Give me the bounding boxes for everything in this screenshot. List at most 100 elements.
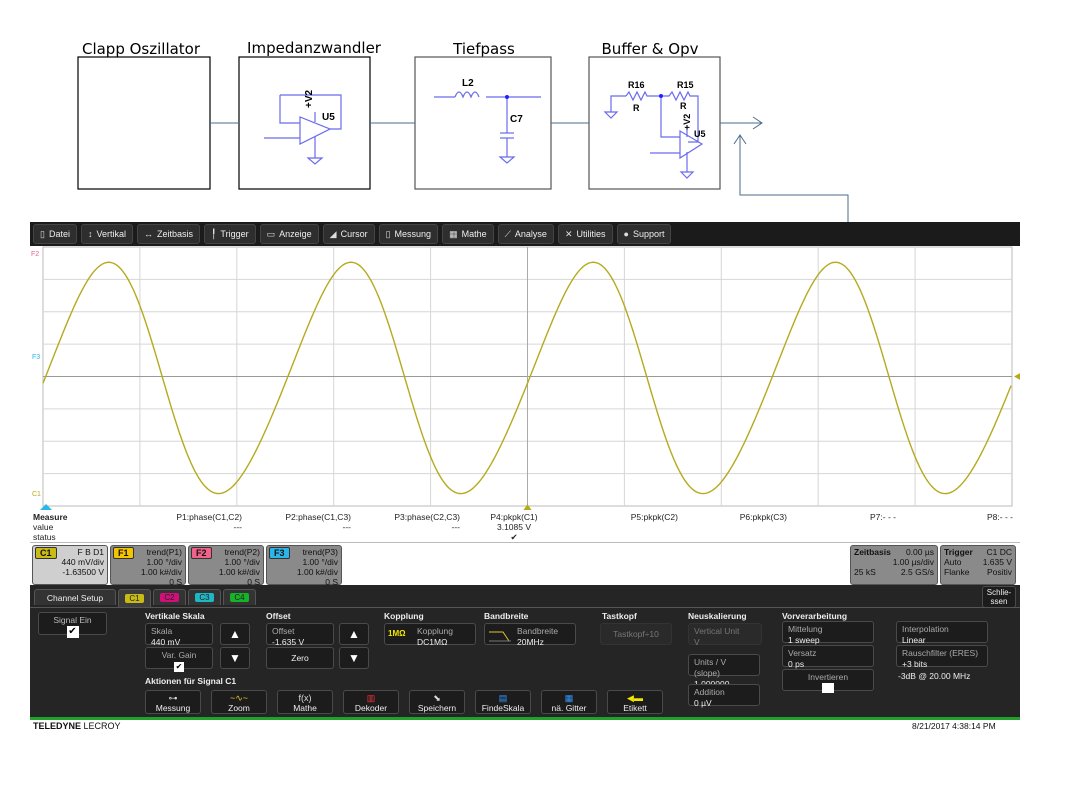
action-label: Zoom (228, 703, 250, 713)
descriptor-f2[interactable]: F2 trend(P2) 1.00 °/div 1.00 k#/div 0 S (188, 545, 264, 587)
tab-c1[interactable]: C1 (118, 589, 151, 607)
action-label: Speichern (417, 703, 457, 713)
invert-toggle[interactable]: Invertieren (782, 669, 874, 693)
vertical-unit-label: Vertical Unit (694, 626, 740, 636)
label-r: R (633, 103, 640, 113)
interpolation-field[interactable]: Interpolation Linear (896, 621, 988, 645)
bandwidth-label: Bandbreite (517, 626, 559, 636)
timebase-delay: 0.00 µs (905, 547, 934, 557)
waveform-grid[interactable]: F2 F3 C1 (30, 246, 1021, 510)
action-mathe[interactable]: f(x) Mathe (277, 690, 333, 714)
coupling-label: Kopplung (417, 626, 453, 636)
menu-messung[interactable]: ▯ Messung (378, 224, 439, 244)
action-label: Dekoder (354, 703, 388, 713)
bandwidth-value: 20MHz (517, 637, 544, 647)
f3-marker: F3 (32, 354, 40, 361)
scale-field[interactable]: Skala 440 mV (145, 623, 213, 647)
skew-label: Versatz (788, 648, 817, 658)
measure-param[interactable]: P5:pkpk(C2) (568, 512, 678, 522)
measure-name: P3:phase(C2,C3) (394, 512, 460, 522)
timebase-samples: 25 kS (854, 567, 876, 577)
block-clapp (77, 56, 211, 190)
grid-svg: F2 F3 C1 (31, 246, 1021, 510)
interpolation-label: Interpolation (902, 624, 949, 634)
tab-c3[interactable]: C3 (188, 589, 221, 605)
measure-param[interactable]: P8:- - - (903, 512, 1013, 522)
menu-analyse[interactable]: ⟋ Analyse (497, 224, 554, 244)
action-ngitter[interactable]: ▦ nä. Gitter (541, 690, 597, 714)
scale-up-button[interactable]: ▲ (220, 623, 250, 645)
averaging-label: Mittelung (788, 624, 823, 634)
action-messung[interactable]: ⊶ Messung (145, 690, 201, 714)
offset-field[interactable]: Offset -1.635 V (266, 623, 334, 647)
measure-param[interactable]: P1:phase(C1,C2) --- (132, 512, 242, 532)
action-dekoder[interactable]: ▥ Dekoder (343, 690, 399, 714)
menu-cursor[interactable]: ◢ Cursor (322, 224, 375, 244)
measure-param[interactable]: P6:pkpk(C3) (677, 512, 787, 522)
checkbox-icon: ✔ (174, 662, 184, 672)
descriptor-l2: -1.63500 V (62, 567, 104, 577)
menu-anzeige[interactable]: ▭ Anzeige (259, 224, 319, 244)
channel-tag: F3 (269, 547, 290, 559)
action-zoom[interactable]: ~∿~ Zoom (211, 690, 267, 714)
var-gain-toggle[interactable]: Var. Gain ✔ (145, 647, 213, 672)
menu-support[interactable]: ● Support (616, 224, 672, 244)
menu-zeitbasis[interactable]: ↔ Zeitbasis (136, 224, 200, 244)
label-tag-icon: ◀▬ (627, 693, 643, 703)
bandwidth-field[interactable]: Bandbreite 20MHz (484, 623, 576, 647)
eres-field[interactable]: Rauschfilter (ERES) +3 bits (896, 645, 988, 669)
close-button[interactable]: Schlie- ssen (982, 586, 1016, 608)
slope-field[interactable]: Units / V (slope)1.000000 (688, 654, 760, 689)
measure-name: P2:phase(C1,C3) (285, 512, 351, 522)
action-etikett[interactable]: ◀▬ Etikett (607, 690, 663, 714)
offset-header: Offset (266, 611, 291, 621)
action-findeskala[interactable]: ▤ FindeSkala (475, 690, 531, 714)
trigger-descriptor[interactable]: Trigger C1 DC Auto 1.635 V Flanke Positiv (940, 545, 1016, 585)
offset-marker-icon[interactable] (1014, 372, 1021, 381)
scale-down-button[interactable]: ▼ (220, 647, 250, 669)
timebase-descriptor[interactable]: Zeitbasis 0.00 µs 1.00 µs/div 25 kS 2.5 GS/s (850, 545, 938, 585)
save-icon: ⬊ (433, 693, 441, 703)
bandwidth-header: Bandbreite (484, 611, 529, 621)
menu-bar: ▯ Datei ↕ Vertikal ↔ Zeitbasis ╿ Trigger ▭ Anzeig… (30, 222, 1020, 246)
zero-button[interactable]: Zero (266, 647, 334, 669)
menu-mathe[interactable]: ▦ Mathe (442, 224, 494, 244)
offset-down-button[interactable]: ▼ (339, 647, 369, 669)
label-u5b: U5 (694, 129, 706, 139)
addition-field[interactable]: Addition 0 µV (688, 684, 760, 708)
descriptor-f1[interactable]: F1 trend(P1) 1.00 °/div 1.00 k#/div 0 S (110, 545, 186, 587)
menu-label: Datei (48, 229, 70, 239)
menu-trigger[interactable]: ╿ Trigger (204, 224, 256, 244)
measure-name: P5:pkpk(C2) (630, 512, 678, 522)
measure-name: P7:- - - (870, 512, 896, 522)
vertical-icon: ↕ (87, 229, 93, 239)
signal-on-toggle[interactable]: Signal Ein ✔ (38, 612, 107, 638)
averaging-field[interactable]: Mittelung 1 sweep (782, 621, 874, 645)
menu-vertikal[interactable]: ↕ Vertikal (80, 224, 133, 244)
tab-label: C4 (230, 593, 249, 602)
measure-value: --- (451, 522, 461, 532)
menu-utilities[interactable]: ✕ Utilities (557, 224, 613, 244)
skew-field[interactable]: Versatz 0 ps (782, 645, 874, 669)
descriptor-f3[interactable]: F3 trend(P3) 1.00 °/div 1.00 k#/div 0 S (266, 545, 342, 587)
coupling-field[interactable]: 1MΩ Kopplung DC1MΩ (384, 623, 476, 647)
menu-label: Support (632, 229, 665, 239)
tab-c2[interactable]: C2 (153, 589, 186, 605)
menu-label: Anzeige (279, 229, 312, 239)
measure-param[interactable]: P2:phase(C1,C3) --- (241, 512, 351, 532)
measure-param[interactable]: P3:phase(C2,C3) --- (350, 512, 460, 532)
offset-up-button[interactable]: ▲ (339, 623, 369, 645)
var-gain-label: Var. Gain (161, 650, 197, 660)
timebase-rate: 2.5 GS/s (900, 567, 934, 577)
menu-datei[interactable]: ▯ Datei (33, 224, 77, 244)
measure-param[interactable]: P4:pkpk(C1) 3.1085 V ✔ (459, 512, 569, 542)
trigger-level: 1.635 V (982, 557, 1012, 567)
measure-param[interactable]: P7:- - - (786, 512, 896, 522)
tab-channel-setup[interactable]: Channel Setup (34, 589, 116, 605)
descriptor-c1[interactable]: C1 F B D1 440 mV/div -1.63500 V (32, 545, 108, 585)
tab-c4[interactable]: C4 (223, 589, 256, 605)
action-label: nä. Gitter (551, 703, 587, 713)
action-speichern[interactable]: ⬊ Speichern (409, 690, 465, 714)
probe-field: Tastkopf÷10 (600, 623, 672, 645)
trigger-icon: ╿ (211, 228, 217, 239)
